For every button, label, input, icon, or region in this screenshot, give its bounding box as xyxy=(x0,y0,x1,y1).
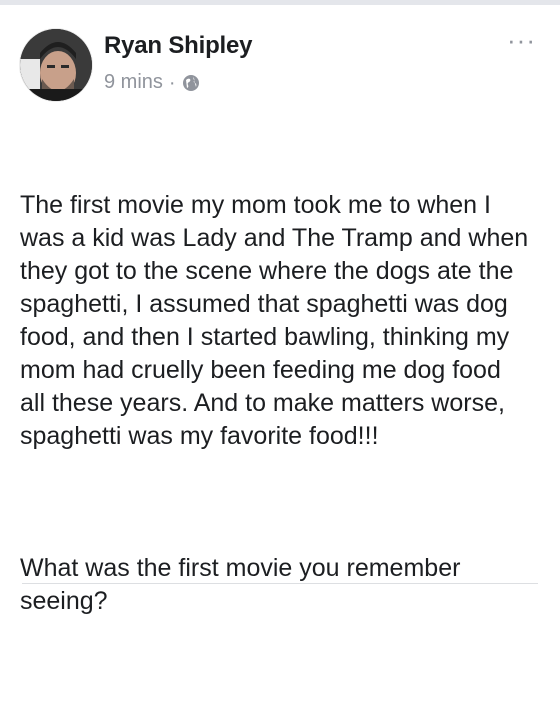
post-paragraph: What was the first movie you remember se… xyxy=(20,554,468,615)
globe-icon[interactable] xyxy=(182,74,200,92)
post-timestamp[interactable]: 9 mins xyxy=(104,71,163,94)
more-options-button[interactable]: ··· xyxy=(507,27,536,53)
post-meta: 9 mins · xyxy=(104,71,200,94)
facebook-post: Ryan Shipley 9 mins · ··· The first movi… xyxy=(0,5,560,615)
avatar[interactable] xyxy=(20,29,92,101)
avatar-image xyxy=(20,29,92,101)
post-body: The first movie my mom took me to when I… xyxy=(20,123,530,717)
post-divider xyxy=(22,583,538,584)
meta-separator: · xyxy=(168,71,176,94)
author-name[interactable]: Ryan Shipley xyxy=(104,32,253,60)
post-paragraph: The first movie my mom took me to when I… xyxy=(20,191,536,450)
